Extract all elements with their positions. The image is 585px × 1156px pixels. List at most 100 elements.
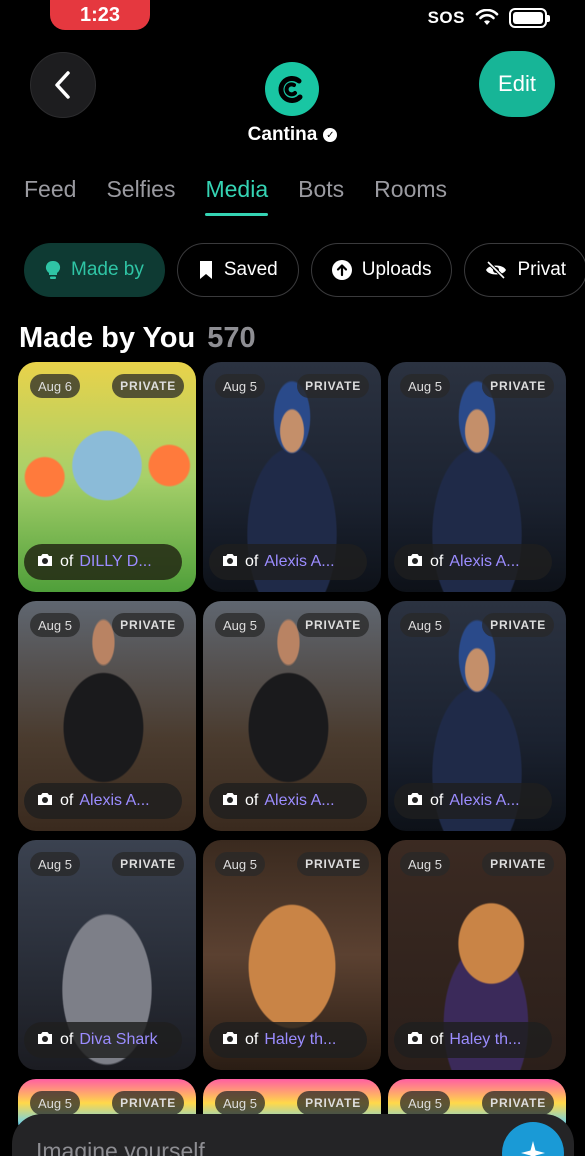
bot-name: Alexis A... [449, 553, 520, 570]
camera-icon [221, 791, 239, 812]
status-right: SOS [427, 8, 550, 28]
private-badge: PRIVATE [297, 374, 369, 398]
card-date: Aug 5 [215, 852, 265, 876]
camera-icon [36, 1030, 54, 1051]
time-indicator: 1:23 [50, 0, 150, 30]
edit-button[interactable]: Edit [479, 51, 555, 117]
verified-check-icon: ✓ [323, 128, 338, 142]
private-badge: PRIVATE [482, 852, 554, 876]
generate-button[interactable] [502, 1122, 564, 1156]
cantina-logo-icon [278, 75, 303, 103]
filter-made-by-label: Made by [71, 259, 144, 280]
camera-icon [221, 552, 239, 573]
bot-name: Alexis A... [264, 792, 335, 809]
bot-name: Haley th... [449, 1031, 522, 1048]
filter-private[interactable]: Privat [464, 243, 585, 297]
private-badge: PRIVATE [112, 613, 184, 637]
card-date: Aug 5 [400, 1091, 450, 1115]
bot-link[interactable]: of DILLY D... [24, 544, 182, 580]
card-date: Aug 5 [215, 374, 265, 398]
filter-chips: Made by Saved Uploads Privat [24, 243, 585, 297]
tab-feed[interactable]: Feed [24, 176, 76, 216]
profile-tabs: Feed Selfies Media Bots Rooms [24, 176, 447, 216]
sparkle-icon [521, 1141, 545, 1156]
profile-name: Cantina ✓ [0, 124, 585, 146]
bookmark-icon [199, 261, 212, 279]
camera-icon [406, 552, 424, 573]
wifi-icon [475, 9, 499, 25]
section-count: 570 [207, 322, 256, 354]
bot-name: Alexis A... [264, 553, 335, 570]
private-badge: PRIVATE [482, 374, 554, 398]
private-badge: PRIVATE [112, 374, 184, 398]
bot-name: Diva Shark [79, 1031, 158, 1048]
filter-private-label: Privat [517, 259, 567, 280]
of-label: of [60, 553, 74, 570]
private-badge: PRIVATE [482, 1091, 554, 1115]
back-button[interactable] [30, 52, 96, 118]
status-time: 1:23 [79, 3, 121, 26]
media-card[interactable]: Aug 5 PRIVATE of Alexis A... [388, 362, 566, 592]
private-badge: PRIVATE [297, 613, 369, 637]
media-card[interactable]: Aug 5 PRIVATE of Alexis A... [203, 362, 381, 592]
profile-logo[interactable] [265, 62, 319, 116]
of-label: of [245, 1031, 259, 1048]
tab-rooms[interactable]: Rooms [374, 176, 447, 216]
filter-uploads[interactable]: Uploads [310, 243, 453, 297]
battery-icon [509, 8, 550, 28]
bot-link[interactable]: of Haley th... [209, 1022, 367, 1058]
filter-saved-label: Saved [223, 259, 278, 280]
bot-link[interactable]: of Alexis A... [24, 783, 182, 819]
media-card[interactable]: Aug 6 PRIVATE of DILLY D... [18, 362, 196, 592]
of-label: of [430, 792, 444, 809]
of-label: of [430, 1031, 444, 1048]
media-card[interactable]: Aug 5 PRIVATE of Haley th... [203, 840, 381, 1070]
filter-made-by[interactable]: Made by [24, 243, 165, 297]
bot-link[interactable]: of Haley th... [394, 1022, 552, 1058]
private-badge: PRIVATE [297, 852, 369, 876]
private-badge: PRIVATE [297, 1091, 369, 1115]
section-title-text: Made by You [19, 322, 196, 354]
card-date: Aug 5 [30, 613, 80, 637]
bot-name: DILLY D... [79, 553, 152, 570]
profile-name-text: Cantina [247, 124, 318, 145]
bot-link[interactable]: of Alexis A... [209, 544, 367, 580]
of-label: of [245, 553, 259, 570]
card-date: Aug 5 [400, 374, 450, 398]
tab-selfies[interactable]: Selfies [106, 176, 175, 216]
lightbulb-icon [45, 260, 61, 279]
bot-name: Alexis A... [79, 792, 150, 809]
media-card[interactable]: Aug 5 PRIVATE of Alexis A... [388, 601, 566, 831]
bot-link[interactable]: of Diva Shark [24, 1022, 182, 1058]
tab-media[interactable]: Media [205, 176, 268, 216]
eye-off-icon [486, 261, 507, 279]
bot-name: Haley th... [264, 1031, 337, 1048]
card-date: Aug 5 [400, 852, 450, 876]
of-label: of [60, 1031, 74, 1048]
status-bar: 1:23 SOS [0, 0, 585, 40]
filter-saved[interactable]: Saved [176, 243, 299, 297]
card-date: Aug 5 [400, 613, 450, 637]
card-date: Aug 5 [215, 613, 265, 637]
of-label: of [245, 792, 259, 809]
camera-icon [221, 1030, 239, 1051]
imagine-bar[interactable]: Imagine yourself [12, 1114, 574, 1156]
imagine-input[interactable]: Imagine yourself [36, 1138, 205, 1156]
bot-link[interactable]: of Alexis A... [394, 544, 552, 580]
private-badge: PRIVATE [112, 852, 184, 876]
bot-link[interactable]: of Alexis A... [209, 783, 367, 819]
bot-link[interactable]: of Alexis A... [394, 783, 552, 819]
media-card[interactable]: Aug 5 PRIVATE of Alexis A... [18, 601, 196, 831]
card-date: Aug 5 [215, 1091, 265, 1115]
private-badge: PRIVATE [112, 1091, 184, 1115]
bot-name: Alexis A... [449, 792, 520, 809]
camera-icon [36, 791, 54, 812]
sos-label: SOS [427, 8, 465, 27]
private-badge: PRIVATE [482, 613, 554, 637]
tab-bots[interactable]: Bots [298, 176, 344, 216]
media-card[interactable]: Aug 5 PRIVATE of Diva Shark [18, 840, 196, 1070]
media-grid: Aug 6 PRIVATE of DILLY D... Aug 5 PRIVATE of Al… [18, 362, 567, 1139]
media-card[interactable]: Aug 5 PRIVATE of Alexis A... [203, 601, 381, 831]
media-card[interactable]: Aug 5 PRIVATE of Haley th... [388, 840, 566, 1070]
of-label: of [430, 553, 444, 570]
